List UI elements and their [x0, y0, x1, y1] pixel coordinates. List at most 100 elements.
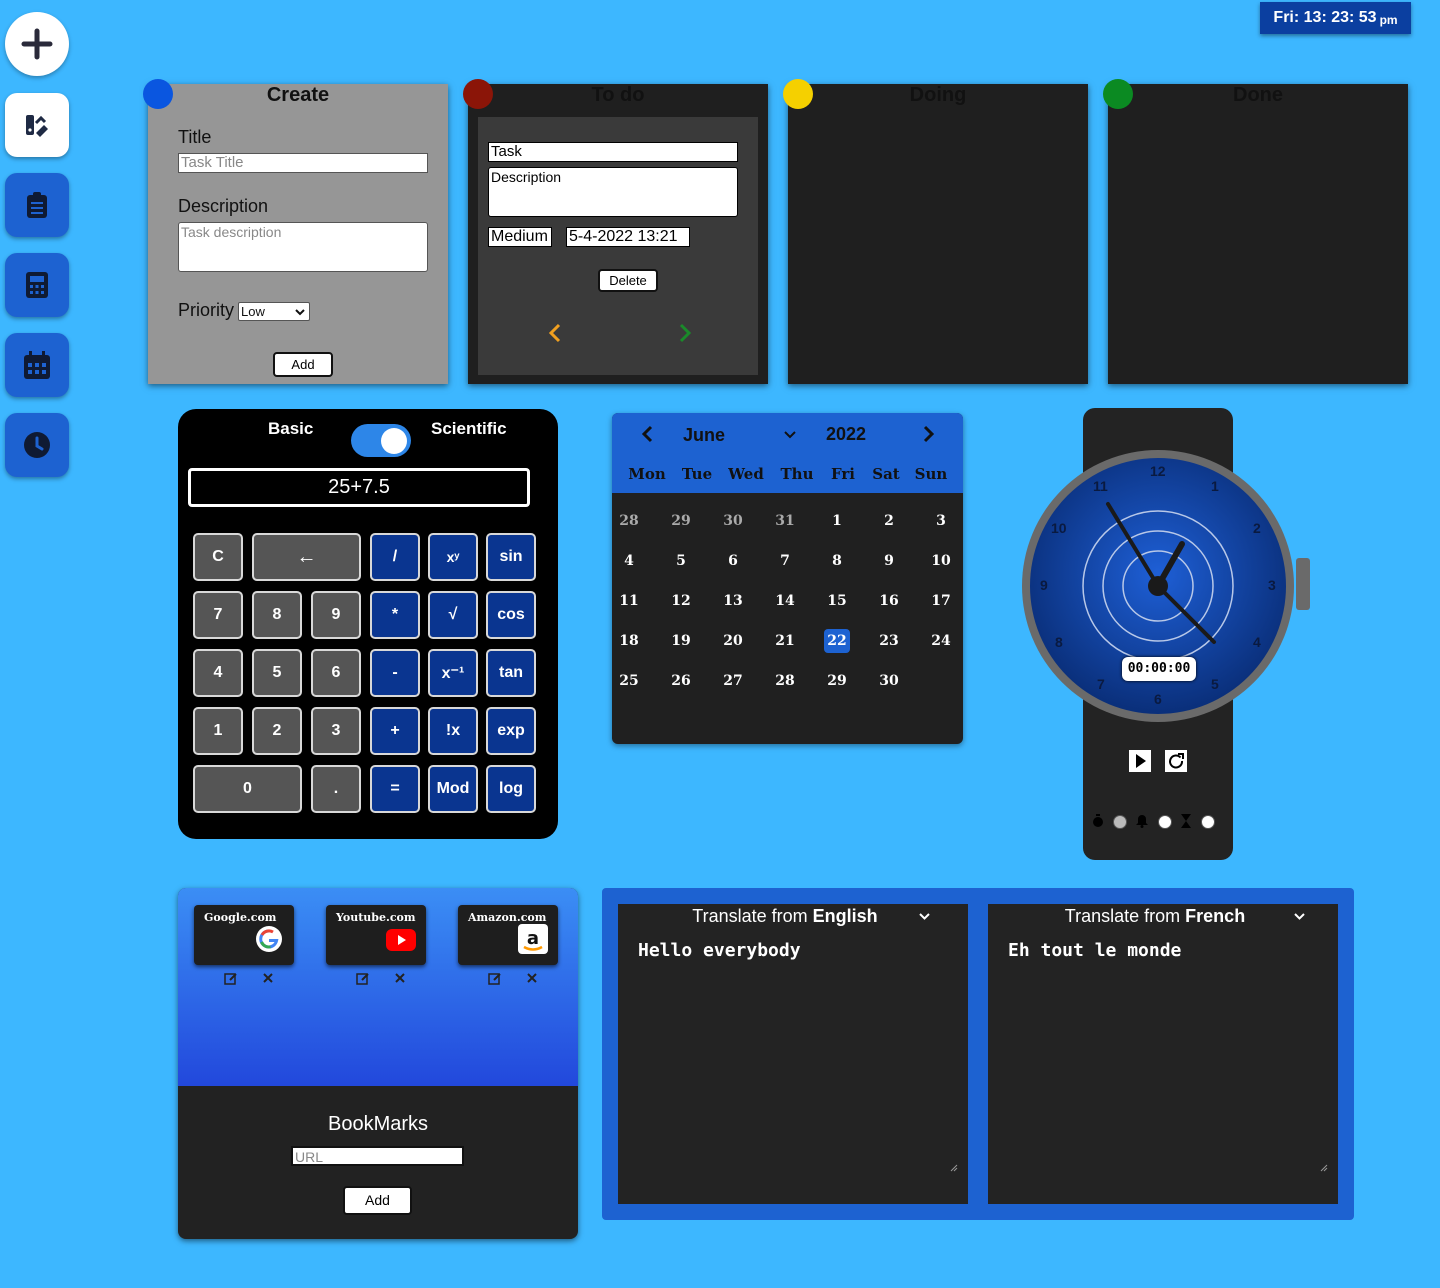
tan-key[interactable]: tan: [486, 649, 536, 697]
key-7[interactable]: 7: [193, 591, 243, 639]
key-6[interactable]: 6: [311, 649, 361, 697]
add-task-button[interactable]: Add: [273, 352, 333, 377]
equals-key[interactable]: =: [370, 765, 420, 813]
task-card-description[interactable]: Description: [488, 167, 738, 217]
calendar-day[interactable]: 19: [668, 629, 694, 653]
calendar-day[interactable]: 25: [616, 669, 642, 693]
source-text-area[interactable]: Hello everybody: [638, 940, 801, 961]
key-5[interactable]: 5: [252, 649, 302, 697]
calendar-day[interactable]: 10: [928, 549, 954, 573]
calendar-day[interactable]: 7: [772, 549, 798, 573]
todo-nav-button[interactable]: [5, 173, 69, 237]
timer-mode-radio[interactable]: [1201, 815, 1215, 829]
resize-handle-icon[interactable]: [1320, 1164, 1328, 1172]
calendar-day[interactable]: 6: [720, 549, 746, 573]
calendar-day[interactable]: 22: [824, 629, 850, 653]
calendar-day[interactable]: 26: [668, 669, 694, 693]
calendar-day[interactable]: 5: [668, 549, 694, 573]
kanban-nav-button[interactable]: [5, 93, 69, 157]
subtract-key[interactable]: -: [370, 649, 420, 697]
calendar-day[interactable]: 3: [928, 509, 954, 533]
calendar-day[interactable]: 18: [616, 629, 642, 653]
calendar-day[interactable]: 21: [772, 629, 798, 653]
key-0[interactable]: 0: [193, 765, 302, 813]
add-widget-button[interactable]: [5, 12, 69, 76]
calendar-day[interactable]: 4: [616, 549, 642, 573]
resize-handle-icon[interactable]: [950, 1164, 958, 1172]
priority-select[interactable]: Low: [238, 302, 310, 321]
delete-task-button[interactable]: Delete: [598, 269, 658, 292]
edit-icon[interactable]: [224, 972, 238, 985]
calendar-day[interactable]: 20: [720, 629, 746, 653]
calendar-day[interactable]: 23: [876, 629, 902, 653]
key-4[interactable]: 4: [193, 649, 243, 697]
calendar-day[interactable]: 28: [772, 669, 798, 693]
task-description-input[interactable]: Task description: [178, 222, 428, 272]
calendar-day[interactable]: 29: [668, 509, 694, 533]
target-text-area[interactable]: Eh tout le monde: [1008, 940, 1181, 961]
calendar-day[interactable]: 17: [928, 589, 954, 613]
sqrt-key[interactable]: √: [428, 591, 478, 639]
exp-key[interactable]: exp: [486, 707, 536, 755]
calendar-day[interactable]: 9: [876, 549, 902, 573]
play-icon[interactable]: [1129, 750, 1151, 772]
divide-key[interactable]: /: [370, 533, 420, 581]
key-9[interactable]: 9: [311, 591, 361, 639]
calendar-day[interactable]: 24: [928, 629, 954, 653]
delete-icon[interactable]: [395, 973, 405, 983]
cos-key[interactable]: cos: [486, 591, 536, 639]
calendar-day[interactable]: 11: [616, 589, 642, 613]
calendar-day[interactable]: 28: [616, 509, 642, 533]
mode-toggle[interactable]: [351, 424, 411, 457]
task-title-input[interactable]: Task Title: [178, 153, 428, 173]
next-month-icon[interactable]: [922, 425, 936, 443]
sin-key[interactable]: sin: [486, 533, 536, 581]
move-left-icon[interactable]: [548, 323, 562, 343]
stopwatch-mode-radio[interactable]: [1113, 815, 1127, 829]
calendar-day[interactable]: 14: [772, 589, 798, 613]
year-label[interactable]: 2022: [826, 424, 866, 445]
calendar-day[interactable]: 13: [720, 589, 746, 613]
prev-month-icon[interactable]: [640, 425, 654, 443]
calendar-day[interactable]: 8: [824, 549, 850, 573]
target-language-select[interactable]: Translate from French: [988, 906, 1338, 927]
calendar-day[interactable]: 30: [720, 509, 746, 533]
alarm-mode-radio[interactable]: [1158, 815, 1172, 829]
calendar-day[interactable]: 27: [720, 669, 746, 693]
bookmark-card[interactable]: Google.com: [194, 905, 294, 965]
key-8[interactable]: 8: [252, 591, 302, 639]
inverse-key[interactable]: x⁻¹: [428, 649, 478, 697]
power-key[interactable]: xʸ: [428, 533, 478, 581]
key-1[interactable]: 1: [193, 707, 243, 755]
source-language-select[interactable]: Translate from English: [618, 906, 968, 927]
calendar-nav-button[interactable]: [5, 333, 69, 397]
clear-key[interactable]: C: [193, 533, 243, 581]
clock-nav-button[interactable]: [5, 413, 69, 477]
bookmark-card[interactable]: Amazon.com a: [458, 905, 558, 965]
key-3[interactable]: 3: [311, 707, 361, 755]
add-bookmark-button[interactable]: Add: [343, 1186, 412, 1215]
multiply-key[interactable]: *: [370, 591, 420, 639]
calendar-day[interactable]: 31: [772, 509, 798, 533]
url-input[interactable]: URL: [291, 1146, 464, 1166]
calendar-day[interactable]: 16: [876, 589, 902, 613]
reset-icon[interactable]: [1165, 750, 1187, 772]
add-key[interactable]: +: [370, 707, 420, 755]
decimal-key[interactable]: .: [311, 765, 361, 813]
calendar-day[interactable]: 30: [876, 669, 902, 693]
calendar-day[interactable]: 1: [824, 509, 850, 533]
factorial-key[interactable]: !x: [428, 707, 478, 755]
calendar-day[interactable]: 29: [824, 669, 850, 693]
delete-icon[interactable]: [527, 973, 537, 983]
calendar-day[interactable]: 2: [876, 509, 902, 533]
calendar-day[interactable]: 12: [668, 589, 694, 613]
mod-key[interactable]: Mod: [428, 765, 478, 813]
task-card-title[interactable]: Task: [488, 142, 738, 162]
move-right-icon[interactable]: [678, 323, 692, 343]
month-label[interactable]: June: [683, 425, 725, 446]
edit-icon[interactable]: [488, 972, 502, 985]
month-dropdown-icon[interactable]: [784, 431, 796, 439]
key-2[interactable]: 2: [252, 707, 302, 755]
delete-icon[interactable]: [263, 973, 273, 983]
calendar-day[interactable]: 15: [824, 589, 850, 613]
